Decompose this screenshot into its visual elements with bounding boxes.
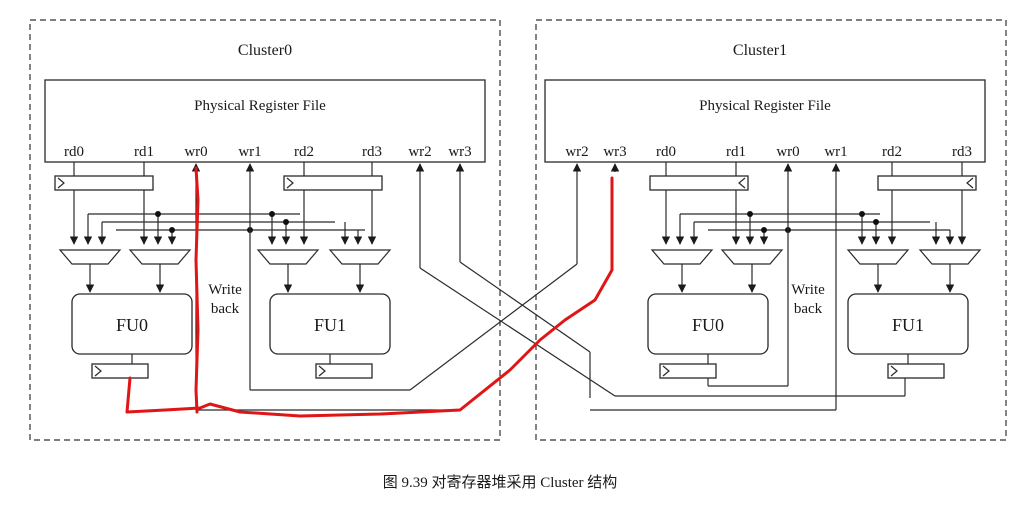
cluster-0-pipeline-register-left bbox=[54, 175, 154, 191]
cluster-0-read-wires bbox=[69, 162, 377, 245]
cluster-1-writeback-wires bbox=[590, 163, 906, 411]
cluster-1-mux-0 bbox=[650, 249, 714, 265]
cluster-diagram: Cluster0 Physical Register File rd0 rd1 … bbox=[29, 19, 1007, 491]
cluster-1-port-wr3: wr3 bbox=[603, 144, 626, 160]
cluster-0-pipeline-register-right bbox=[283, 175, 383, 191]
cluster-1-port-rd3: rd3 bbox=[952, 144, 972, 160]
cluster-1-read-wires bbox=[661, 162, 967, 245]
cluster-1-port-rd1: rd1 bbox=[726, 144, 746, 160]
cluster-1-output-register-fu1 bbox=[887, 363, 945, 379]
cluster-1-port-rd2: rd2 bbox=[882, 144, 902, 160]
cluster-0-fu1-label: FU1 bbox=[314, 315, 346, 335]
cluster-1-port-wr0: wr0 bbox=[776, 144, 799, 160]
cluster-0-port-wr1: wr1 bbox=[238, 144, 261, 160]
cluster-0-register-file-label: Physical Register File bbox=[194, 98, 326, 114]
cluster-1-fu1-label: FU1 bbox=[892, 315, 924, 335]
cluster-0-mux-1 bbox=[128, 249, 192, 265]
cluster-0-port-rd1: rd1 bbox=[134, 144, 154, 160]
cluster-0-port-wr2: wr2 bbox=[408, 144, 431, 160]
cluster-0-port-rd2: rd2 bbox=[294, 144, 314, 160]
cluster-1-mux-1 bbox=[720, 249, 784, 265]
cluster-1-port-wr2: wr2 bbox=[565, 144, 588, 160]
cluster-1-port-wr1: wr1 bbox=[824, 144, 847, 160]
cluster-1-writeback-label-2: back bbox=[794, 301, 823, 317]
figure-caption: 图 9.39 对寄存器堆采用 Cluster 结构 bbox=[383, 473, 618, 491]
cluster-0-port-rd0: rd0 bbox=[64, 144, 84, 160]
cluster-0-fu0-label: FU0 bbox=[116, 315, 148, 335]
cluster-1-mux-2 bbox=[846, 249, 910, 265]
cluster-1: Cluster1 Physical Register File wr2 wr3 … bbox=[535, 19, 1007, 441]
cluster-1-port-rd0: rd0 bbox=[656, 144, 676, 160]
cluster-1-title: Cluster1 bbox=[733, 42, 787, 59]
cluster-0-writeback-label-2: back bbox=[211, 301, 240, 317]
cluster-1-output-register-fu0 bbox=[659, 363, 717, 379]
cluster-0-writeback-label-1: Write bbox=[208, 282, 242, 298]
cluster-1-mux-3 bbox=[918, 249, 982, 265]
cluster-0-mux-2 bbox=[256, 249, 320, 265]
cluster-0-output-register-fu0 bbox=[91, 363, 149, 379]
cluster-0-mux-0 bbox=[58, 249, 122, 265]
cluster-0-port-wr3: wr3 bbox=[448, 144, 471, 160]
cluster-0-output-register-fu1 bbox=[315, 363, 373, 379]
cluster-0-port-wr0: wr0 bbox=[184, 144, 207, 160]
cluster-1-pipeline-register-right bbox=[877, 175, 977, 191]
cluster-1-register-file-label: Physical Register File bbox=[699, 98, 831, 114]
cluster-1-pipeline-register-left bbox=[649, 175, 749, 191]
cluster-0-port-rd3: rd3 bbox=[362, 144, 382, 160]
cluster-1-fu0-label: FU0 bbox=[692, 315, 724, 335]
cluster-0-title: Cluster0 bbox=[238, 42, 292, 59]
cluster-1-writeback-label-1: Write bbox=[791, 282, 825, 298]
cluster-0-mux-3 bbox=[328, 249, 392, 265]
